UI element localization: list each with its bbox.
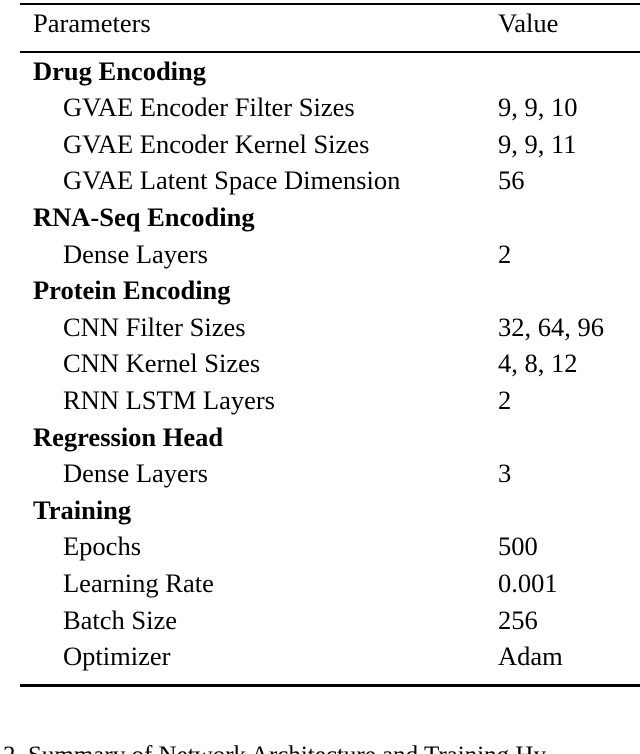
table-row: Dense Layers 3 [20,455,640,492]
table-row: Batch Size 256 [20,602,640,639]
parameter-label: Dense Layers [63,238,208,269]
table-row: Learning Rate 0.001 [20,565,640,602]
table-section-row: Training [20,492,640,529]
parameter-table-container: Parameters Value Drug Encoding GVAE Encod… [20,0,640,687]
table-row: GVAE Latent Space Dimension 56 [20,162,640,199]
section-label: Protein Encoding [33,275,231,306]
section-label: Drug Encoding [33,55,207,86]
table-section-row: Drug Encoding [20,53,640,90]
parameter-value: 500 [498,531,538,562]
table-body: Drug Encoding GVAE Encoder Filter Sizes 9,… [20,53,640,675]
section-label: Training [33,494,132,525]
table-row: CNN Filter Sizes 32, 64, 96 [20,309,640,346]
table-row: RNN LSTM Layers 2 [20,382,640,419]
parameter-label: GVAE Encoder Kernel Sizes [63,128,370,159]
section-label: RNA-Seq Encoding [33,201,255,232]
parameter-value [498,199,640,236]
parameter-label: Batch Size [63,604,178,635]
parameter-value [498,53,640,90]
parameter-table: Parameters Value [20,5,640,42]
parameter-label: GVAE Encoder Filter Sizes [63,92,355,123]
parameter-label: CNN Kernel Sizes [63,348,261,379]
parameter-value: 56 [498,165,525,196]
parameter-value: 256 [498,604,538,635]
table-row: Epochs 500 [20,528,640,565]
section-label: Regression Head [33,421,224,452]
parameter-value: 0.001 [498,567,558,598]
caption-text: 2. Summary of Network Architecture and T… [3,741,640,754]
table-section-row: Regression Head [20,419,640,456]
table-row: GVAE Encoder Kernel Sizes 9, 9, 11 [20,126,640,163]
parameter-value [498,492,640,529]
parameter-value: 2 [498,238,512,269]
parameter-value [498,272,640,309]
parameter-value: 32, 64, 96 [498,311,604,342]
table-section-row: RNA-Seq Encoding [20,199,640,236]
parameter-label: GVAE Latent Space Dimension [63,165,401,196]
table-header-row: Parameters Value [20,5,640,42]
parameter-value: 2 [498,384,512,415]
parameter-label: CNN Filter Sizes [63,311,246,342]
figure-caption-clipped: 2. Summary of Network Architecture and T… [0,741,640,754]
parameter-value: 9, 9, 10 [498,92,578,123]
parameter-value: 4, 8, 12 [498,348,578,379]
table-section-row: Protein Encoding [20,272,640,309]
table-row: CNN Kernel Sizes 4, 8, 12 [20,345,640,382]
parameter-label: Optimizer [63,641,171,672]
parameter-value: Adam [498,641,563,672]
parameter-value [498,419,640,456]
column-header-value: Value [498,8,559,38]
parameter-label: RNN LSTM Layers [63,384,275,415]
table-row: Optimizer Adam [20,638,640,675]
parameter-label: Learning Rate [63,567,214,598]
parameter-table-body: Drug Encoding GVAE Encoder Filter Sizes 9,… [20,53,640,675]
table-header-group: Parameters Value [20,5,640,42]
parameter-value: 9, 9, 11 [498,128,577,159]
table-row: GVAE Encoder Filter Sizes 9, 9, 10 [20,89,640,126]
table-row: Dense Layers 2 [20,236,640,273]
table-bottom-rule [20,683,640,687]
parameter-label: Dense Layers [63,458,208,489]
parameter-value: 3 [498,458,512,489]
parameter-label: Epochs [63,531,142,562]
column-header-parameters: Parameters [33,8,151,38]
